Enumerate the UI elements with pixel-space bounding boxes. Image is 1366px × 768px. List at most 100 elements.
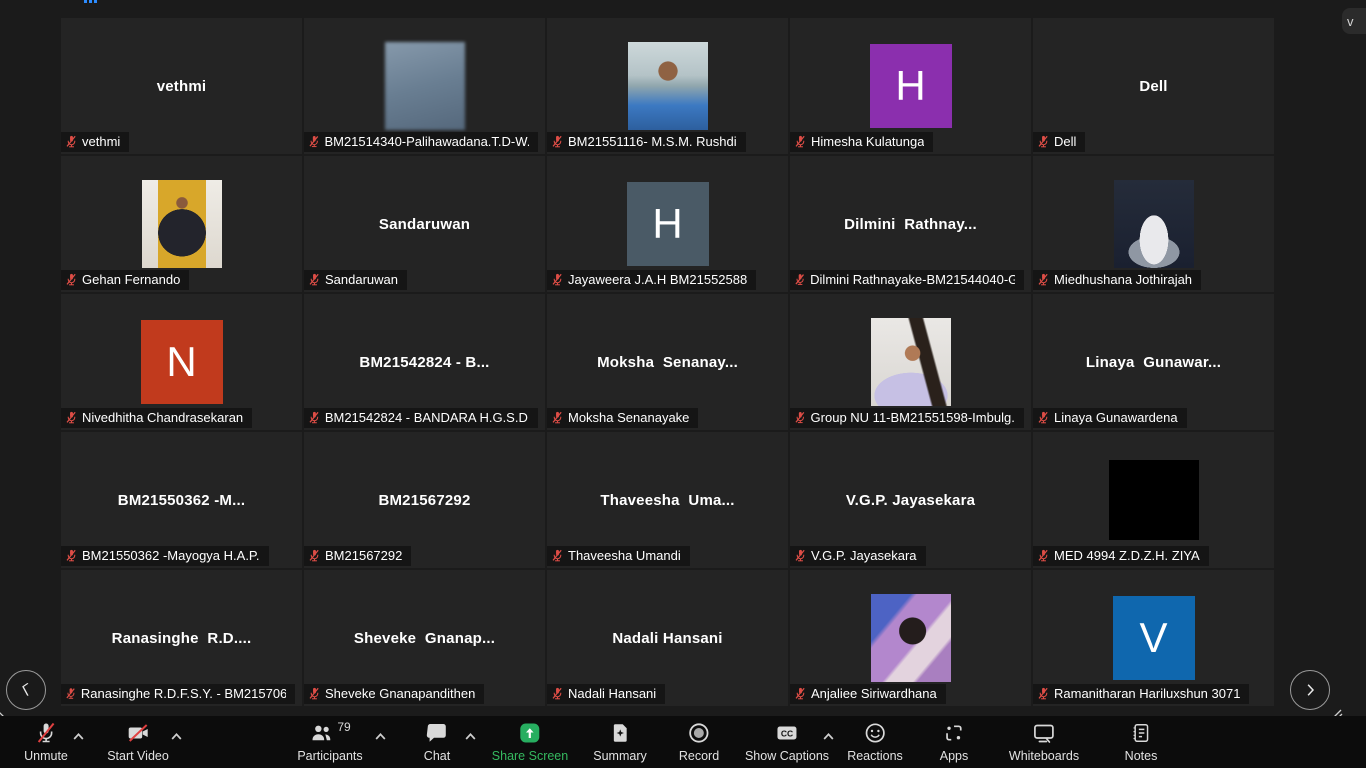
participant-tile[interactable]: Anjaliee Siriwardhana: [790, 570, 1031, 706]
participant-tile[interactable]: Ranasinghe R.D.... Ranasinghe R.D.F.S.Y.…: [61, 570, 302, 706]
participant-tile[interactable]: N Nivedhitha Chandrasekaran: [61, 294, 302, 430]
chevron-right-icon: [1301, 681, 1319, 699]
muted-mic-icon: [308, 411, 321, 424]
toolbar-apps[interactable]: Apps: [940, 721, 969, 763]
participant-tile[interactable]: Moksha Senanay... Moksha Senanayake: [547, 294, 788, 430]
toolbar-whiteboards-label: Whiteboards: [1009, 749, 1079, 763]
participant-name-tag: Linaya Gunawardena: [1033, 408, 1187, 428]
participant-name-tag: Jayaweera J.A.H BM21552588: [547, 270, 756, 290]
participants-caret[interactable]: [374, 728, 387, 746]
participant-tile[interactable]: V.G.P. Jayasekara V.G.P. Jayasekara: [790, 432, 1031, 568]
show-captions-caret[interactable]: [822, 728, 835, 746]
participant-tile[interactable]: H Himesha Kulatunga: [790, 18, 1031, 154]
toolbar-start-video[interactable]: Start Video: [107, 721, 169, 763]
participant-name-label: Nadali Hansani: [568, 686, 656, 701]
participant-avatar: H: [627, 182, 709, 266]
toolbar-record[interactable]: Record: [679, 721, 719, 763]
participant-name-label: Gehan Fernando: [82, 272, 180, 287]
participant-name-tag: Sheveke Gnanapandithen: [304, 684, 484, 704]
chat-caret[interactable]: [464, 728, 477, 746]
toolbar-share-screen[interactable]: Share Screen: [492, 721, 568, 763]
participant-name-tag: V.G.P. Jayasekara: [790, 546, 926, 566]
participant-avatar: V: [1113, 596, 1195, 680]
participant-name-label: BM21514340-Palihawadana.T.D-W...: [324, 134, 528, 149]
participant-tile[interactable]: Dilmini Rathnay... Dilmini Rathnayake-BM…: [790, 156, 1031, 292]
participant-tile[interactable]: Nadali Hansani Nadali Hansani: [547, 570, 788, 706]
participant-tile[interactable]: BM21542824 - B... BM21542824 - BANDARA H…: [304, 294, 545, 430]
muted-mic-icon: [65, 549, 78, 562]
participant-name-label: Sheveke Gnanapandithen: [325, 686, 475, 701]
participant-name-label: V.G.P. Jayasekara: [811, 548, 917, 563]
toolbar-reactions[interactable]: Reactions: [847, 721, 903, 763]
participant-name-label: Miedhushana Jothirajah: [1054, 272, 1192, 287]
participant-tile[interactable]: BM21567292 BM21567292: [304, 432, 545, 568]
toolbar-reactions-label: Reactions: [847, 749, 903, 763]
participant-name-tag: Thaveesha Umandi: [547, 546, 690, 566]
muted-mic-icon: [65, 687, 77, 700]
participant-photo: [142, 180, 222, 268]
participant-tile[interactable]: Sandaruwan Sandaruwan: [304, 156, 545, 292]
meeting-toolbar: Leave UnmuteStart Video79ParticipantsCha…: [0, 716, 1366, 768]
toolbar-chat[interactable]: Chat: [424, 721, 450, 763]
toolbar-summary-label: Summary: [593, 749, 646, 763]
meeting-info-icon-fragment: [84, 0, 97, 3]
participant-tile[interactable]: Gehan Fernando: [61, 156, 302, 292]
participant-name-label: BM21567292: [325, 548, 402, 563]
unmute-caret[interactable]: [72, 728, 85, 746]
participant-tile[interactable]: H Jayaweera J.A.H BM21552588: [547, 156, 788, 292]
start-video-icon: [125, 721, 151, 745]
participant-photo: [871, 318, 951, 406]
participant-name-tag: Himesha Kulatunga: [790, 132, 933, 152]
muted-mic-icon: [794, 687, 807, 700]
next-page-button[interactable]: [1290, 670, 1330, 710]
participant-name-tag: Moksha Senanayake: [547, 408, 698, 428]
toolbar-summary[interactable]: Summary: [593, 721, 646, 763]
participant-tile[interactable]: Group NU 11-BM21551598-Imbulg...: [790, 294, 1031, 430]
participant-name-label: BM21550362 -Mayogya H.A.P.: [82, 548, 260, 563]
participant-name-tag: Nadali Hansani: [547, 684, 665, 704]
toolbar-notes-label: Notes: [1125, 749, 1158, 763]
toolbar-start-video-label: Start Video: [107, 749, 169, 763]
participant-tile[interactable]: BM21550362 -M... BM21550362 -Mayogya H.A…: [61, 432, 302, 568]
toolbar-unmute[interactable]: Unmute: [24, 721, 68, 763]
participant-tile[interactable]: BM21514340-Palihawadana.T.D-W...: [304, 18, 545, 154]
previous-page-button[interactable]: [6, 670, 46, 710]
participant-name-tag: Sandaruwan: [304, 270, 407, 290]
participant-name-tag: Group NU 11-BM21551598-Imbulg...: [790, 408, 1024, 428]
participant-name-tag: Dell: [1033, 132, 1085, 152]
view-button-label: v: [1347, 14, 1354, 29]
participant-name-tag: BM21550362 -Mayogya H.A.P.: [61, 546, 269, 566]
toolbar-record-label: Record: [679, 749, 719, 763]
participant-tile[interactable]: Linaya Gunawar... Linaya Gunawardena: [1033, 294, 1274, 430]
participant-tile[interactable]: Dell Dell: [1033, 18, 1274, 154]
toolbar-unmute-label: Unmute: [24, 749, 68, 763]
apps-icon: [942, 721, 966, 745]
participant-name-tag: Miedhushana Jothirajah: [1033, 270, 1201, 290]
participant-tile[interactable]: vethmi vethmi: [61, 18, 302, 154]
record-icon: [687, 721, 711, 745]
participant-tile[interactable]: MED 4994 Z.D.Z.H. ZIYA: [1033, 432, 1274, 568]
toolbar-show-captions[interactable]: CCShow Captions: [745, 721, 829, 763]
participant-name-label: Dilmini Rathnayake-BM21544040-G...: [810, 272, 1015, 287]
participant-photo: [385, 42, 465, 130]
participant-tile[interactable]: Sheveke Gnanap... Sheveke Gnanapandithen: [304, 570, 545, 706]
participant-tile[interactable]: BM21551116- M.S.M. Rushdi: [547, 18, 788, 154]
zoom-meeting-window: v vethmi vethmi BM21514340-Palihawadana.…: [0, 0, 1366, 768]
view-button[interactable]: v: [1342, 8, 1366, 34]
toolbar-whiteboards[interactable]: Whiteboards: [1009, 721, 1079, 763]
toolbar-notes[interactable]: Notes: [1125, 721, 1158, 763]
participant-name-label: Dell: [1054, 134, 1076, 149]
toolbar-participants[interactable]: 79Participants: [297, 721, 362, 763]
participant-name-label: BM21542824 - BANDARA H.G.S.D.: [325, 410, 529, 425]
notes-icon: [1130, 721, 1152, 745]
participant-photo: [1114, 180, 1194, 268]
participant-tile[interactable]: Miedhushana Jothirajah: [1033, 156, 1274, 292]
chat-icon: [425, 721, 449, 745]
muted-mic-icon: [308, 687, 321, 700]
participant-tile[interactable]: Thaveesha Uma... Thaveesha Umandi: [547, 432, 788, 568]
participant-name-tag: BM21567292: [304, 546, 411, 566]
participant-name-label: Moksha Senanayake: [568, 410, 689, 425]
start-video-caret[interactable]: [170, 728, 183, 746]
toolbar-show-captions-label: Show Captions: [745, 749, 829, 763]
participant-tile[interactable]: V Ramanitharan Hariluxshun 3071: [1033, 570, 1274, 706]
